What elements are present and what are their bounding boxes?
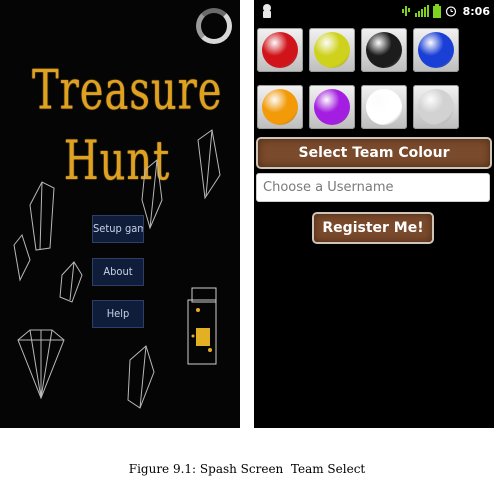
yellow-ball-icon <box>314 32 350 68</box>
about-button[interactable]: About <box>92 258 144 286</box>
signal-icon <box>414 5 429 17</box>
status-clock: 8:06 <box>462 4 490 18</box>
help-button[interactable]: Help <box>92 300 144 328</box>
colour-swatch-white[interactable] <box>361 85 407 129</box>
register-button[interactable]: Register Me! <box>314 214 432 242</box>
usb-icon <box>401 6 410 16</box>
team-select-screen: 8:06 Select Team Colour Register Me! <box>254 0 494 428</box>
gem-outlines-decoration <box>13 129 221 409</box>
setup-game-button[interactable]: Setup game <box>92 215 144 243</box>
colour-swatch-yellow[interactable] <box>309 28 355 72</box>
colour-swatch-orange[interactable] <box>257 85 303 129</box>
purple-ball-icon <box>314 89 350 125</box>
colour-swatch-purple[interactable] <box>309 85 355 129</box>
red-ball-icon <box>262 32 298 68</box>
white-ball-icon <box>366 89 402 125</box>
black-ball-icon <box>366 32 402 68</box>
username-input[interactable] <box>256 173 490 202</box>
colour-swatch-black[interactable] <box>361 28 407 72</box>
select-team-colour-label: Select Team Colour <box>258 139 490 167</box>
treasure-chest-icon <box>187 287 217 365</box>
orange-ball-icon <box>262 89 298 125</box>
colour-swatch-grey[interactable] <box>413 85 459 129</box>
grey-ball-icon <box>418 89 454 125</box>
alarm-clock-icon <box>445 6 456 17</box>
blue-ball-icon <box>418 32 454 68</box>
splash-screen: Treasure Hunt Setup ga About Help <box>0 0 240 428</box>
figure-caption: Figure 9.1: Spash Screen Team Select <box>128 462 366 476</box>
colour-swatch-blue[interactable] <box>413 28 459 72</box>
android-notification-icon <box>263 4 271 18</box>
colour-swatch-red[interactable] <box>257 28 303 72</box>
battery-icon <box>432 4 441 18</box>
status-bar: 8:06 <box>254 0 494 22</box>
